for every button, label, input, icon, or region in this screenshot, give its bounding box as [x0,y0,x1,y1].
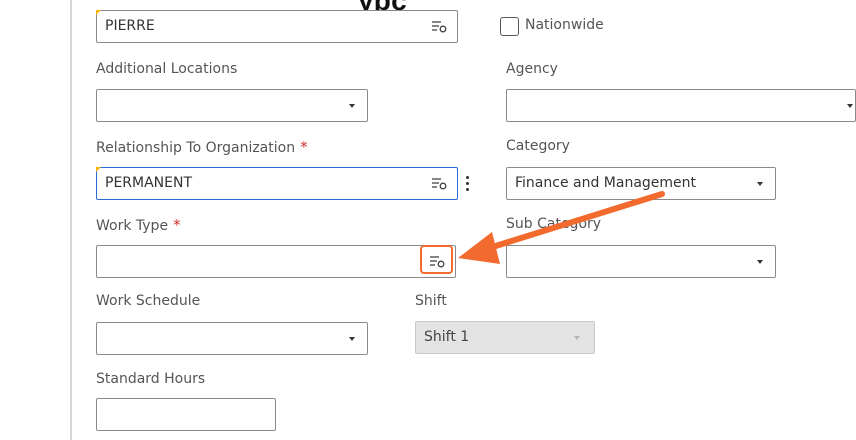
annotation-arrow [458,191,665,264]
